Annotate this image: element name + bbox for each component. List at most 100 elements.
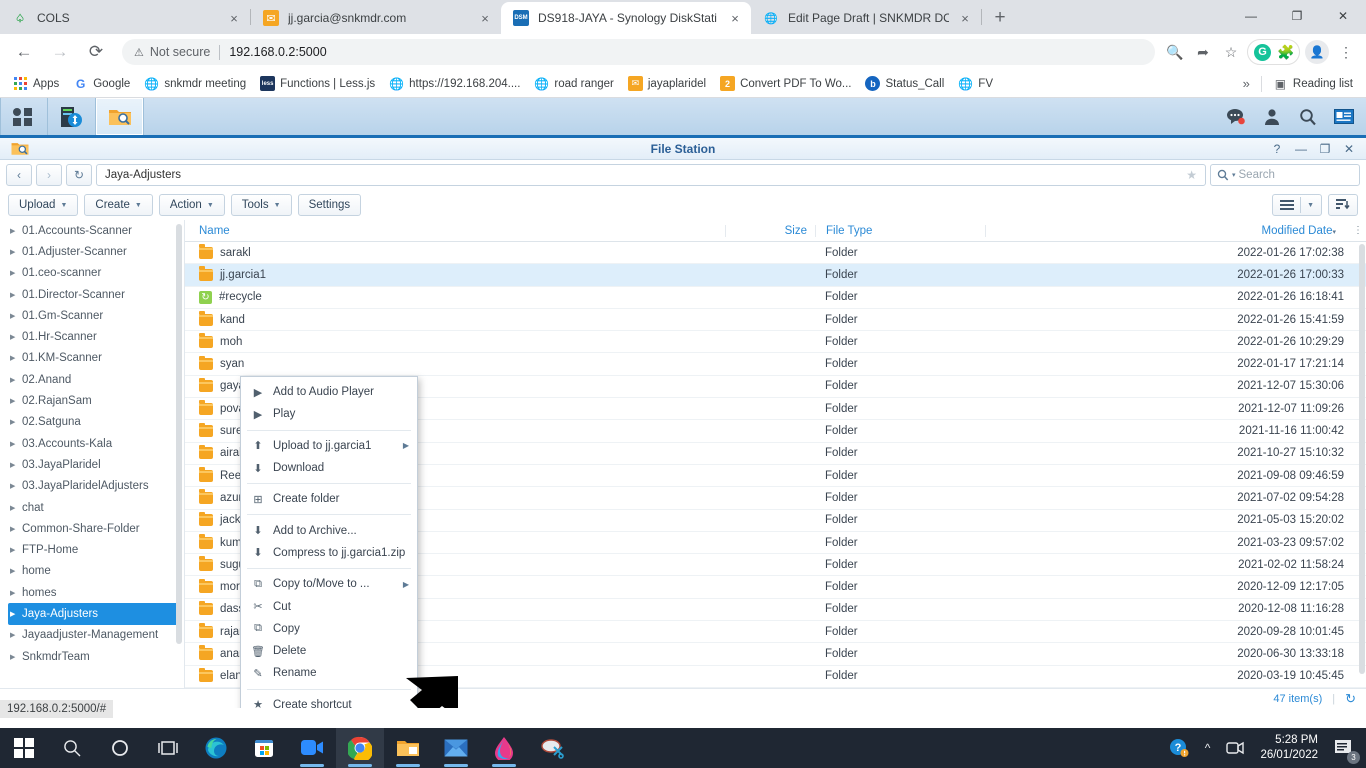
bookmark-google[interactable]: G Google bbox=[66, 73, 137, 95]
back-button[interactable]: ← bbox=[9, 37, 39, 67]
chevron-right-icon[interactable]: ▶ bbox=[10, 631, 22, 639]
help-circle-icon[interactable]: ? bbox=[1161, 728, 1197, 768]
help-button[interactable]: ? bbox=[1266, 139, 1288, 159]
chrome-menu-icon[interactable]: ⋮ bbox=[1332, 38, 1360, 66]
address-bar[interactable]: ⚠ Not secure 192.168.0.2:5000 bbox=[122, 39, 1155, 65]
chevron-right-icon[interactable]: ▶ bbox=[10, 291, 22, 299]
chevron-down-icon[interactable]: ▼ bbox=[1307, 202, 1314, 209]
bookmark-fv[interactable]: 🌐 FV bbox=[951, 73, 1000, 95]
microsoft-store-button[interactable] bbox=[240, 728, 288, 768]
chevron-right-icon[interactable]: ▶ bbox=[10, 440, 22, 448]
bookmarks-overflow-button[interactable]: » bbox=[1236, 73, 1257, 95]
chevron-right-icon[interactable]: ▶ bbox=[10, 504, 22, 512]
chevron-right-icon[interactable]: ▶ bbox=[10, 269, 22, 277]
table-row[interactable]: syan Folder 2022-01-17 17:21:14 bbox=[185, 353, 1366, 376]
menu-item-delete[interactable]: 🗑 Delete bbox=[241, 640, 417, 662]
chevron-right-icon[interactable]: ▶ bbox=[10, 567, 22, 575]
notifications-chat-icon[interactable] bbox=[1218, 98, 1254, 135]
tab-close-button[interactable]: × bbox=[725, 8, 745, 28]
menu-item-add-to-archive[interactable]: ⬇ Add to Archive... bbox=[241, 519, 417, 541]
chevron-right-icon[interactable]: ▶ bbox=[10, 589, 22, 597]
column-header-modified-date[interactable]: Modified Date▾ bbox=[985, 224, 1350, 237]
bookmark-convert-pdf[interactable]: 2 Convert PDF To Wo... bbox=[713, 73, 858, 95]
sidebar-item-jayaadjuster-management[interactable]: ▶ Jayaadjuster-Management bbox=[0, 625, 184, 646]
widgets-icon[interactable] bbox=[1326, 98, 1362, 135]
bookmark-road-ranger[interactable]: 🌐 road ranger bbox=[527, 73, 620, 95]
chevron-right-icon[interactable]: ▶ bbox=[10, 312, 22, 320]
new-tab-button[interactable]: + bbox=[986, 4, 1014, 32]
sidebar-item-snkmdrteam[interactable]: ▶ SnkmdrTeam bbox=[0, 646, 184, 667]
dsm-main-menu-button[interactable] bbox=[0, 98, 48, 135]
menu-item-create-shortcut[interactable]: ★ Create shortcut bbox=[241, 694, 417, 708]
task-view-button[interactable] bbox=[144, 728, 192, 768]
table-row[interactable]: #recycle Folder 2022-01-26 16:18:41 bbox=[185, 287, 1366, 309]
chevron-right-icon[interactable]: ▶ bbox=[10, 610, 22, 618]
sidebar-item-02-rajansam[interactable]: ▶ 02.RajanSam bbox=[0, 390, 184, 411]
browser-tab-2[interactable]: DSM DS918-JAYA - Synology DiskStati × bbox=[501, 2, 751, 34]
dsm-package-center-button[interactable] bbox=[48, 98, 96, 135]
taskbar-search-button[interactable] bbox=[48, 728, 96, 768]
table-row[interactable]: moh Folder 2022-01-26 10:29:29 bbox=[185, 331, 1366, 354]
tools-button[interactable]: Tools ▼ bbox=[230, 194, 292, 216]
sidebar-item-01-director-scanner[interactable]: ▶ 01.Director-Scanner bbox=[0, 284, 184, 305]
chevron-right-icon[interactable]: ▶ bbox=[10, 397, 22, 405]
chrome-button[interactable] bbox=[336, 728, 384, 768]
paint-3d-button[interactable] bbox=[480, 728, 528, 768]
browser-tab-0[interactable]: ♤ COLS × bbox=[0, 2, 250, 34]
chevron-right-icon[interactable]: ▶ bbox=[10, 461, 22, 469]
table-row[interactable]: sarakl Folder 2022-01-26 17:02:38 bbox=[185, 242, 1366, 265]
menu-item-play[interactable]: ▶ Play bbox=[241, 403, 417, 425]
user-account-icon[interactable] bbox=[1254, 98, 1290, 135]
profile-icon[interactable]: 👤 bbox=[1305, 40, 1329, 64]
maximize-window-button[interactable]: ❐ bbox=[1274, 0, 1320, 32]
share-icon[interactable]: ➦ bbox=[1189, 38, 1217, 66]
menu-item-copy[interactable]: ⧉ Copy bbox=[241, 618, 417, 640]
browser-tab-3[interactable]: 🌐 Edit Page Draft | SNKMDR DOCU × bbox=[751, 2, 981, 34]
menu-item-upload-to-jj-garcia1[interactable]: ⬆ Upload to jj.garcia1 ▶ bbox=[241, 435, 417, 457]
sidebar-scrollbar[interactable] bbox=[176, 224, 182, 644]
column-header-file-type[interactable]: File Type bbox=[815, 224, 985, 237]
column-header-size[interactable]: Size bbox=[725, 224, 815, 237]
sidebar-item-03-jayaplarideladjusters[interactable]: ▶ 03.JayaPlaridelAdjusters bbox=[0, 476, 184, 497]
chevron-right-icon[interactable]: ▶ bbox=[10, 546, 22, 554]
forward-button[interactable]: → bbox=[45, 37, 75, 67]
menu-item-rename[interactable]: ✎ Rename bbox=[241, 662, 417, 684]
search-input[interactable]: ▾ Search bbox=[1210, 164, 1360, 186]
sidebar-item-chat[interactable]: ▶ chat bbox=[0, 497, 184, 518]
refresh-icon[interactable]: ↻ bbox=[1345, 691, 1356, 707]
dsm-file-station-button[interactable] bbox=[96, 98, 144, 135]
reload-button[interactable]: ⟳ bbox=[81, 37, 111, 67]
sort-button[interactable] bbox=[1328, 194, 1358, 216]
create-button[interactable]: Create ▼ bbox=[84, 194, 153, 216]
sidebar-item-01-km-scanner[interactable]: ▶ 01.KM-Scanner bbox=[0, 348, 184, 369]
path-input[interactable]: Jaya-Adjusters ★ bbox=[96, 164, 1206, 186]
sidebar-item-homes[interactable]: ▶ homes bbox=[0, 582, 184, 603]
sidebar-item-01-ceo-scanner[interactable]: ▶ 01.ceo-scanner bbox=[0, 263, 184, 284]
zoom-meeting-button[interactable] bbox=[288, 728, 336, 768]
file-list-scrollbar[interactable] bbox=[1359, 244, 1365, 674]
action-button[interactable]: Action ▼ bbox=[158, 194, 225, 216]
sidebar-item-01-adjuster-scanner[interactable]: ▶ 01.Adjuster-Scanner bbox=[0, 241, 184, 262]
chevron-right-icon[interactable]: ▶ bbox=[10, 418, 22, 426]
sidebar-item-02-satguna[interactable]: ▶ 02.Satguna bbox=[0, 412, 184, 433]
show-hidden-icons-icon[interactable]: ^ bbox=[1197, 728, 1219, 768]
table-row[interactable]: jj.garcia1 Folder 2022-01-26 17:00:33 bbox=[185, 264, 1366, 287]
minimize-window-button[interactable]: — bbox=[1228, 0, 1274, 32]
menu-item-download[interactable]: ⬇ Download bbox=[241, 457, 417, 479]
chevron-right-icon[interactable]: ▶ bbox=[10, 482, 22, 490]
column-options-icon[interactable]: ⋮ bbox=[1350, 225, 1366, 236]
action-center-button[interactable]: 3 bbox=[1326, 728, 1362, 768]
close-button[interactable]: ✕ bbox=[1338, 139, 1360, 159]
grammarly-icon[interactable]: G bbox=[1254, 43, 1271, 61]
menu-item-copy-to-move-to[interactable]: ⧉ Copy to/Move to ... ▶ bbox=[241, 573, 417, 595]
chevron-right-icon[interactable]: ▶ bbox=[10, 376, 22, 384]
settings-button[interactable]: Settings bbox=[297, 194, 362, 216]
search-icon[interactable] bbox=[1290, 98, 1326, 135]
bookmark-apps[interactable]: Apps bbox=[6, 73, 66, 95]
nav-back-button[interactable]: ‹ bbox=[6, 164, 32, 186]
sidebar-item-03-accounts-kala[interactable]: ▶ 03.Accounts-Kala bbox=[0, 433, 184, 454]
sidebar-item-01-accounts-scanner[interactable]: ▶ 01.Accounts-Scanner bbox=[0, 220, 184, 241]
bookmark-star-icon[interactable]: ☆ bbox=[1217, 38, 1245, 66]
windows-start-button[interactable] bbox=[0, 728, 48, 768]
list-view-button[interactable]: ▼ bbox=[1272, 194, 1322, 216]
